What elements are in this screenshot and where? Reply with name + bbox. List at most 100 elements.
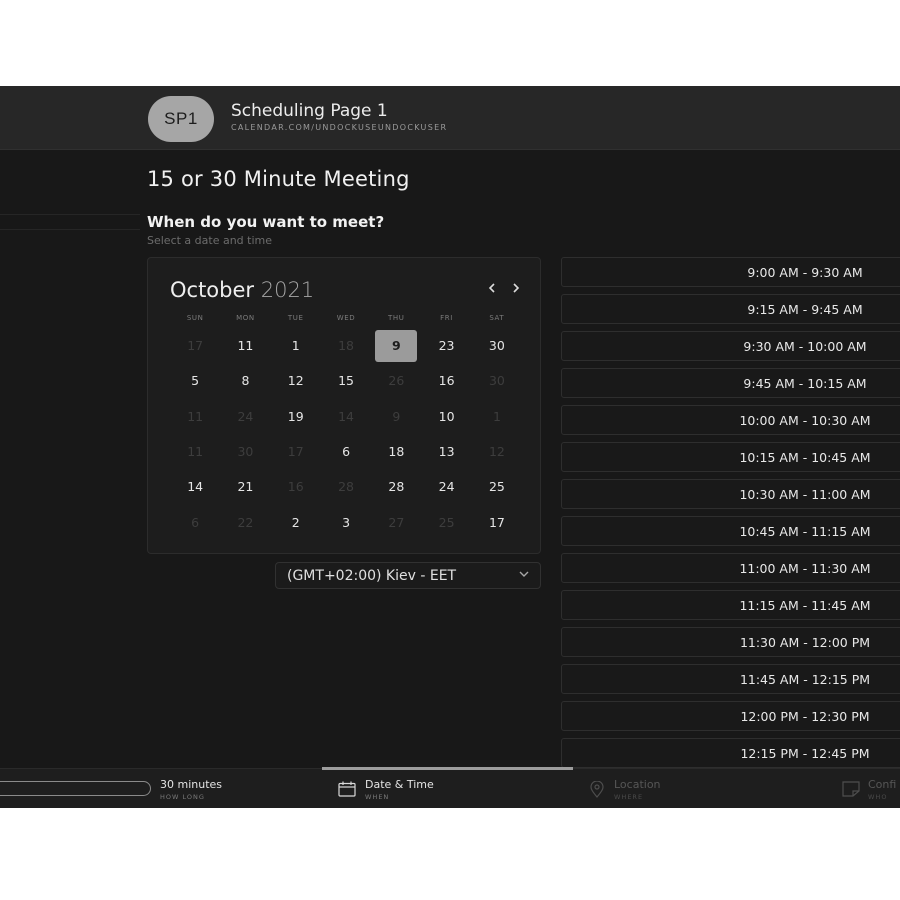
day-cell-disabled: 14 [338, 408, 354, 424]
chevron-left-icon[interactable] [484, 280, 500, 298]
calendar-weeks: 17 11 1 18 9 23 30 5 8 12 15 26 16 30 11 24 19 14 9 10 1 11 30… [170, 328, 522, 540]
time-slot-label: 10:45 AM - 11:15 AM [739, 523, 871, 539]
time-slot-button[interactable]: 10:00 AM - 10:30 AM [561, 405, 900, 435]
step-label: Confi [868, 778, 897, 791]
weekday-header: SUN MON TUE WED THU FRI SAT [170, 314, 522, 328]
day-cell[interactable]: 12 [271, 365, 321, 397]
chevron-right-icon[interactable] [508, 280, 524, 298]
weekday-label: TUE [287, 314, 304, 322]
day-cell-disabled: 26 [388, 373, 405, 389]
day-cell-disabled: 22 [237, 514, 254, 530]
chevron-down-icon [518, 568, 530, 583]
weekday-label: FRI [440, 314, 453, 322]
timezone-value: (GMT+02:00) Kiev - EET [287, 567, 457, 584]
calendar-week-row: 5 8 12 15 26 16 30 [170, 363, 522, 398]
time-slot-button[interactable]: 11:15 AM - 11:45 AM [561, 590, 900, 620]
date-picker: October 2021 SUN MON TUE WED THU FRI SAT 17 11 1… [147, 257, 541, 554]
divider [0, 214, 140, 215]
calendar-icon [338, 781, 356, 802]
day-cell-disabled: 24 [237, 408, 254, 424]
duration-pill[interactable] [0, 781, 151, 796]
divider [0, 229, 140, 230]
day-cell[interactable]: 6 [321, 436, 371, 468]
avatar: SP1 [148, 96, 214, 142]
time-slot-button[interactable]: 9:15 AM - 9:45 AM [561, 294, 900, 324]
step-label: Date & Time [365, 778, 434, 791]
day-cell[interactable]: 30 [472, 330, 522, 362]
day-cell-disabled: 30 [237, 444, 254, 460]
day-cell[interactable]: 16 [421, 365, 471, 397]
day-cell[interactable]: 21 [220, 471, 270, 503]
day-cell-disabled: 6 [191, 514, 200, 530]
step-date-time[interactable]: Date & Time WHEN [365, 778, 434, 801]
time-slot-button[interactable]: 10:45 AM - 11:15 AM [561, 516, 900, 546]
day-cell[interactable]: 23 [421, 330, 471, 362]
day-cell[interactable]: 15 [321, 365, 371, 397]
day-cell[interactable]: 13 [421, 436, 471, 468]
time-slot-label: 10:15 AM - 10:45 AM [739, 449, 871, 465]
day-cell-selected[interactable]: 9 [375, 329, 418, 362]
day-cell-disabled: 11 [187, 444, 204, 460]
weekday-label: THU [388, 314, 405, 322]
time-slot-label: 10:30 AM - 11:00 AM [739, 486, 871, 502]
time-slot-button[interactable]: 10:30 AM - 11:00 AM [561, 479, 900, 509]
timezone-select[interactable]: (GMT+02:00) Kiev - EET [275, 562, 541, 589]
time-slot-button[interactable]: 11:00 AM - 11:30 AM [561, 553, 900, 583]
day-cell-disabled: 18 [338, 338, 354, 354]
time-slot-button[interactable]: 10:15 AM - 10:45 AM [561, 442, 900, 472]
page-title: Scheduling Page 1 [231, 101, 388, 121]
weekday-label: WED [336, 314, 356, 322]
time-slot-label: 11:45 AM - 12:15 PM [739, 671, 871, 687]
day-grid: SUN MON TUE WED THU FRI SAT 17 11 1 18 9 23 30 5 8 12 15… [170, 314, 522, 540]
month-name: October [170, 278, 255, 302]
time-slot-button[interactable]: 11:45 AM - 12:15 PM [561, 664, 900, 694]
day-cell-disabled: 11 [187, 408, 204, 424]
time-slot-button[interactable]: 9:00 AM - 9:30 AM [561, 257, 900, 287]
steps-bar: 30 minutes HOW LONG Date & Time WHEN Loc… [0, 767, 900, 808]
day-cell[interactable]: 5 [170, 365, 220, 397]
weekday-label: SUN [186, 314, 204, 322]
time-slot-button[interactable]: 11:30 AM - 12:00 PM [561, 627, 900, 657]
day-cell[interactable]: 14 [170, 471, 220, 503]
time-slot-label: 9:45 AM - 10:15 AM [743, 375, 867, 391]
time-slot-label: 9:15 AM - 9:45 AM [747, 301, 863, 317]
location-pin-icon [589, 780, 605, 803]
step-duration[interactable]: 30 minutes HOW LONG [160, 778, 222, 801]
step-sublabel: HOW LONG [160, 793, 205, 801]
day-cell[interactable]: 25 [472, 471, 522, 503]
day-cell-disabled: 30 [488, 373, 505, 389]
year-name: 2021 [260, 278, 315, 302]
time-slot-label: 11:00 AM - 11:30 AM [739, 560, 871, 576]
step-location[interactable]: Location WHERE [614, 778, 661, 801]
day-cell[interactable]: 17 [472, 506, 522, 538]
day-cell[interactable]: 2 [271, 506, 321, 538]
day-cell[interactable]: 3 [321, 506, 371, 538]
step-sublabel: WHO [868, 793, 888, 801]
day-cell[interactable]: 28 [371, 471, 421, 503]
time-slot-button[interactable]: 12:15 PM - 12:45 PM [561, 738, 900, 768]
day-cell-disabled: 27 [388, 514, 405, 530]
day-cell[interactable]: 11 [220, 330, 270, 362]
time-slot-list: 9:00 AM - 9:30 AM 9:15 AM - 9:45 AM 9:30 A… [561, 257, 900, 775]
step-confirm[interactable]: Confi WHO [868, 778, 896, 801]
day-cell-disabled: 17 [187, 338, 204, 354]
day-cell-disabled: 16 [287, 479, 304, 495]
step-progress [322, 767, 573, 770]
page-url[interactable]: CALENDAR.COM/UNDOCKUSEUNDOCKUSER [231, 123, 447, 132]
day-cell[interactable]: 8 [220, 365, 270, 397]
time-slot-button[interactable]: 12:00 PM - 12:30 PM [561, 701, 900, 731]
time-slot-button[interactable]: 9:45 AM - 10:15 AM [561, 368, 900, 398]
day-cell[interactable]: 1 [271, 330, 321, 362]
note-icon [842, 781, 860, 802]
step-sublabel: WHEN [365, 793, 390, 801]
day-cell[interactable]: 24 [421, 471, 471, 503]
step-label: Location [614, 778, 661, 791]
section-heading: When do you want to meet? [147, 213, 385, 231]
time-slot-button[interactable]: 9:30 AM - 10:00 AM [561, 331, 900, 361]
day-cell[interactable]: 19 [271, 400, 321, 432]
day-cell-disabled: 12 [488, 444, 505, 460]
meeting-title: 15 or 30 Minute Meeting [147, 167, 410, 191]
day-cell[interactable]: 10 [421, 400, 471, 432]
weekday-label: MON [236, 314, 255, 322]
day-cell[interactable]: 18 [371, 436, 421, 468]
